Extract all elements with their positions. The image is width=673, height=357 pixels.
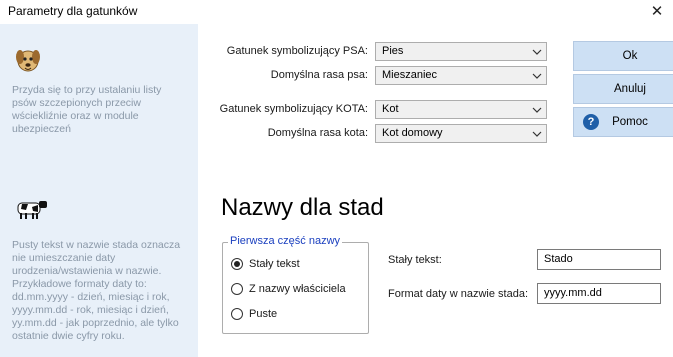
sidebar: Przyda się to przy ustalaniu listy psów … (0, 24, 198, 357)
help-icon: ? (583, 114, 599, 130)
chevron-down-icon (532, 107, 542, 113)
radio-fixed-text-dot[interactable] (231, 258, 243, 270)
cat-species-value: Kot (382, 103, 399, 115)
dog-note: Przyda się to przy ustalaniu listy psów … (12, 84, 162, 135)
fixed-text-label: Stały tekst: (388, 254, 442, 266)
dog-breed-combo[interactable]: Mieszaniec (375, 66, 547, 85)
title-bar: Parametry dla gatunków ✕ (0, 0, 673, 24)
dog-species-label: Gatunek symbolizujący PSA: (226, 45, 368, 57)
name-part-group-title: Pierwsza część nazwy (228, 235, 343, 247)
cat-species-combo[interactable]: Kot (375, 100, 547, 119)
radio-owner-name-dot[interactable] (231, 283, 243, 295)
cat-breed-label: Domyślna rasa kota: (267, 127, 368, 139)
cat-species-label: Gatunek symbolizujący KOTA: (219, 103, 368, 115)
radio-fixed-text-label: Stały tekst (249, 258, 300, 270)
window-title: Parametry dla gatunków (8, 4, 138, 18)
help-button-label: Pomoc (612, 116, 648, 128)
dog-icon (16, 50, 40, 72)
cat-breed-combo[interactable]: Kot domowy (375, 124, 547, 143)
radio-owner-name-label: Z nazwy właściciela (249, 283, 346, 295)
herd-note: Pusty tekst w nazwie stada oznacza nie u… (12, 239, 181, 342)
fixed-text-input[interactable]: Stado (537, 249, 661, 270)
dog-breed-label: Domyślna rasa psa: (270, 69, 368, 81)
chevron-down-icon (532, 73, 542, 79)
close-icon[interactable]: ✕ (641, 0, 673, 24)
date-format-label: Format daty w nazwie stada: (388, 288, 529, 300)
ok-button[interactable]: Ok (573, 41, 673, 71)
radio-empty-label: Puste (249, 308, 278, 320)
help-button[interactable]: ? Pomoc (573, 107, 673, 137)
dog-species-value: Pies (382, 45, 404, 57)
radio-empty-dot[interactable] (231, 308, 243, 320)
cancel-button[interactable]: Anuluj (573, 74, 673, 104)
cat-breed-value: Kot domowy (382, 127, 443, 139)
chevron-down-icon (532, 49, 542, 55)
date-format-input[interactable]: yyyy.mm.dd (537, 283, 661, 304)
herd-section-title: Nazwy dla stad (221, 194, 384, 221)
dog-breed-value: Mieszaniec (382, 69, 438, 81)
cow-icon (17, 201, 47, 219)
dog-species-combo[interactable]: Pies (375, 42, 547, 61)
chevron-down-icon (532, 131, 542, 137)
